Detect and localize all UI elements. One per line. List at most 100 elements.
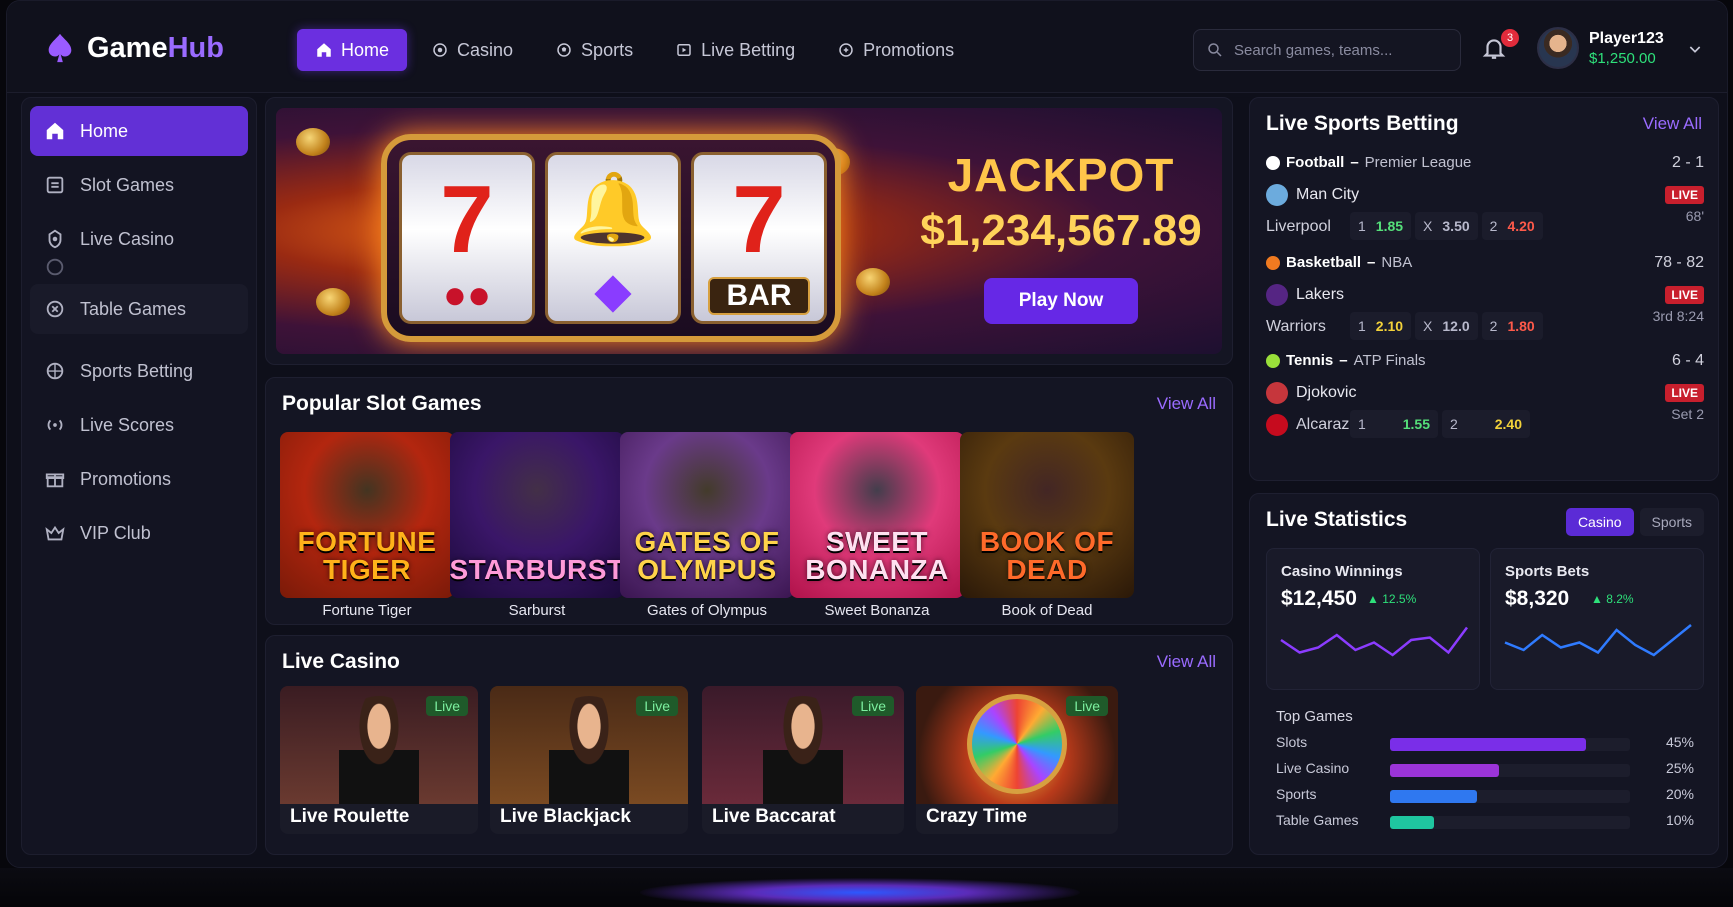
slot-game-card[interactable]: SWEET BONANZA Sweet Bonanza xyxy=(790,432,964,619)
sidebar-item-slot-games[interactable]: Slot Games xyxy=(30,160,248,210)
view-all-link[interactable]: View All xyxy=(1157,394,1216,414)
wheel-icon xyxy=(967,694,1067,794)
team-badge-icon xyxy=(1266,184,1288,206)
odds-button[interactable]: 2 2.40 xyxy=(1442,410,1530,438)
slot-game-art: GATES OF OLYMPUS xyxy=(620,432,794,598)
stat-card-value: $8,320 xyxy=(1505,587,1570,610)
view-all-link[interactable]: View All xyxy=(1157,652,1216,672)
team-home-name: Lakers xyxy=(1296,286,1345,303)
soccer-ball-icon xyxy=(557,43,571,57)
chevron-down-icon[interactable] xyxy=(1687,41,1703,57)
sidebar-item-vip-club[interactable]: VIP Club xyxy=(30,508,248,558)
live-table-card[interactable]: Live Live Baccarat xyxy=(702,686,904,834)
play-now-button[interactable]: Play Now xyxy=(984,278,1138,324)
odds-button[interactable]: X 3.50 xyxy=(1415,212,1478,240)
match-league: Football – Premier League xyxy=(1266,154,1471,171)
poker-chip-icon xyxy=(46,258,64,276)
sports-ball-icon xyxy=(46,362,64,380)
nav-promotions[interactable]: Promotions xyxy=(819,29,972,71)
sparkline-line xyxy=(1504,624,1692,657)
slot-game-art-title: SWEET BONANZA xyxy=(805,526,949,585)
nav-sports[interactable]: Sports xyxy=(537,29,651,71)
slot-game-card[interactable]: FORTUNE TIGER Fortune Tiger xyxy=(280,432,454,619)
sidebar-item-label: Live Scores xyxy=(80,414,175,435)
match-separator: – xyxy=(1350,154,1359,171)
home-icon xyxy=(46,122,64,140)
sidebar-item-label: Live Casino xyxy=(80,228,175,249)
odds-button[interactable]: 1 1.55 xyxy=(1350,410,1438,438)
slot-game-art: BOOK OF DEAD xyxy=(960,432,1134,598)
sidebar-item-live-scores[interactable]: Live Scores xyxy=(30,400,248,450)
nav-casino[interactable]: Casino xyxy=(413,29,531,71)
match-score: 6 - 4 xyxy=(1671,352,1704,369)
sidebar-item-sports-betting[interactable]: Sports Betting xyxy=(30,346,248,396)
nav-home[interactable]: Home xyxy=(297,29,408,71)
brand-logo[interactable]: GameHub xyxy=(43,31,224,65)
odds-button[interactable]: X 12.0 xyxy=(1415,312,1478,340)
match-row[interactable]: Basketball – NBA 78 - 82 Lakers Warriors LIVE 3… xyxy=(1266,254,1704,344)
search-input[interactable] xyxy=(1234,41,1444,59)
match-clock: Set 2 xyxy=(1671,406,1704,422)
nav-live-betting-label: Live Betting xyxy=(701,39,796,60)
view-all-link[interactable]: View All xyxy=(1643,114,1702,134)
odds-key: 2 xyxy=(1489,318,1498,334)
ambient-glow xyxy=(640,878,1080,907)
progress-track xyxy=(1390,816,1630,829)
jackpot-hero: 7 ●● 🔔 ◆ 7 BAR JACKPOT $1,234,567.89 Pla… xyxy=(265,97,1233,365)
nav-live-betting[interactable]: Live Betting xyxy=(657,29,813,71)
odds-button[interactable]: 2 4.20 xyxy=(1481,212,1543,240)
odds-value: 2.40 xyxy=(1494,416,1522,432)
top-games-label: Top Games xyxy=(1276,708,1353,725)
jackpot-amount: $1,234,567.89 xyxy=(920,206,1202,255)
odds-button[interactable]: 1 2.10 xyxy=(1350,312,1412,340)
sidebar-item-label: Sports Betting xyxy=(80,360,194,381)
progress-fill xyxy=(1390,816,1434,829)
bell-symbol-icon: 🔔 xyxy=(569,170,657,248)
live-table-card[interactable]: Live Live Blackjack xyxy=(490,686,688,834)
dealer-avatar xyxy=(763,696,843,804)
trend-up-icon: ▲ xyxy=(1591,592,1607,606)
match-row[interactable]: Football – Premier League 2 - 1 Man City Live… xyxy=(1266,154,1704,244)
slot-game-card[interactable]: GATES OF OLYMPUS Gates of Olympus xyxy=(620,432,794,619)
match-row[interactable]: Tennis – ATP Finals 6 - 4 Djokovic Alcaraz LIV… xyxy=(1266,352,1704,442)
odds-button[interactable]: 2 1.80 xyxy=(1481,312,1543,340)
nav-home-label: Home xyxy=(341,39,390,60)
slot-machine-icon xyxy=(46,176,64,194)
notifications-button[interactable]: 3 xyxy=(1481,29,1519,65)
live-table-card[interactable]: Live Live Roulette xyxy=(280,686,478,834)
team-home: Djokovic xyxy=(1266,382,1356,404)
live-table-card[interactable]: Live Crazy Time xyxy=(916,686,1118,834)
odds-value: 2.10 xyxy=(1375,318,1404,334)
main-nav: Home Casino Sports Live Betting Promotio… xyxy=(297,29,972,71)
odds-key: 2 xyxy=(1489,218,1498,234)
user-menu[interactable]: Player123 $1,250.00 xyxy=(1537,27,1664,69)
sidebar: Home Slot Games Live Casino Table Games … xyxy=(21,97,257,855)
slot-game-card[interactable]: BOOK OF DEAD Book of Dead xyxy=(960,432,1134,619)
tab-sports[interactable]: Sports xyxy=(1639,508,1704,536)
odds-key: X xyxy=(1423,218,1433,234)
sparkline-chart xyxy=(1504,624,1692,657)
slot-game-art-title: STARBURST xyxy=(450,554,624,585)
slot-game-art: SWEET BONANZA xyxy=(790,432,964,598)
match-score: 78 - 82 xyxy=(1654,254,1704,271)
top-game-row: Table Games 10% xyxy=(1276,812,1694,832)
sparkline-chart xyxy=(1280,626,1469,657)
slot-game-art-title: BOOK OF DEAD xyxy=(979,526,1115,585)
sidebar-item-promotions[interactable]: Promotions xyxy=(30,454,248,504)
sidebar-item-home[interactable]: Home xyxy=(30,106,248,156)
top-game-row: Sports 20% xyxy=(1276,786,1694,806)
progress-fill xyxy=(1390,738,1587,751)
stat-card[interactable]: Sports Bets $8,320 ▲ 8.2% xyxy=(1490,548,1704,690)
brand-name: GameHub xyxy=(87,31,224,64)
odds-button[interactable]: 1 1.85 xyxy=(1350,212,1412,240)
team-away-name: Liverpool xyxy=(1266,218,1331,235)
slot-game-caption: Gates of Olympus xyxy=(646,602,768,619)
tab-casino[interactable]: Casino xyxy=(1565,508,1634,536)
progress-fill xyxy=(1390,764,1500,777)
sidebar-item-table-games[interactable]: Table Games xyxy=(30,284,248,334)
match-sport: Football xyxy=(1286,154,1345,171)
stat-card[interactable]: Casino Winnings $12,450 ▲ 12.5% xyxy=(1266,548,1480,690)
top-game-percent: 10% xyxy=(1665,812,1694,828)
odds-key: X xyxy=(1423,318,1433,334)
slot-game-card[interactable]: STARBURST Sarburst xyxy=(450,432,624,619)
